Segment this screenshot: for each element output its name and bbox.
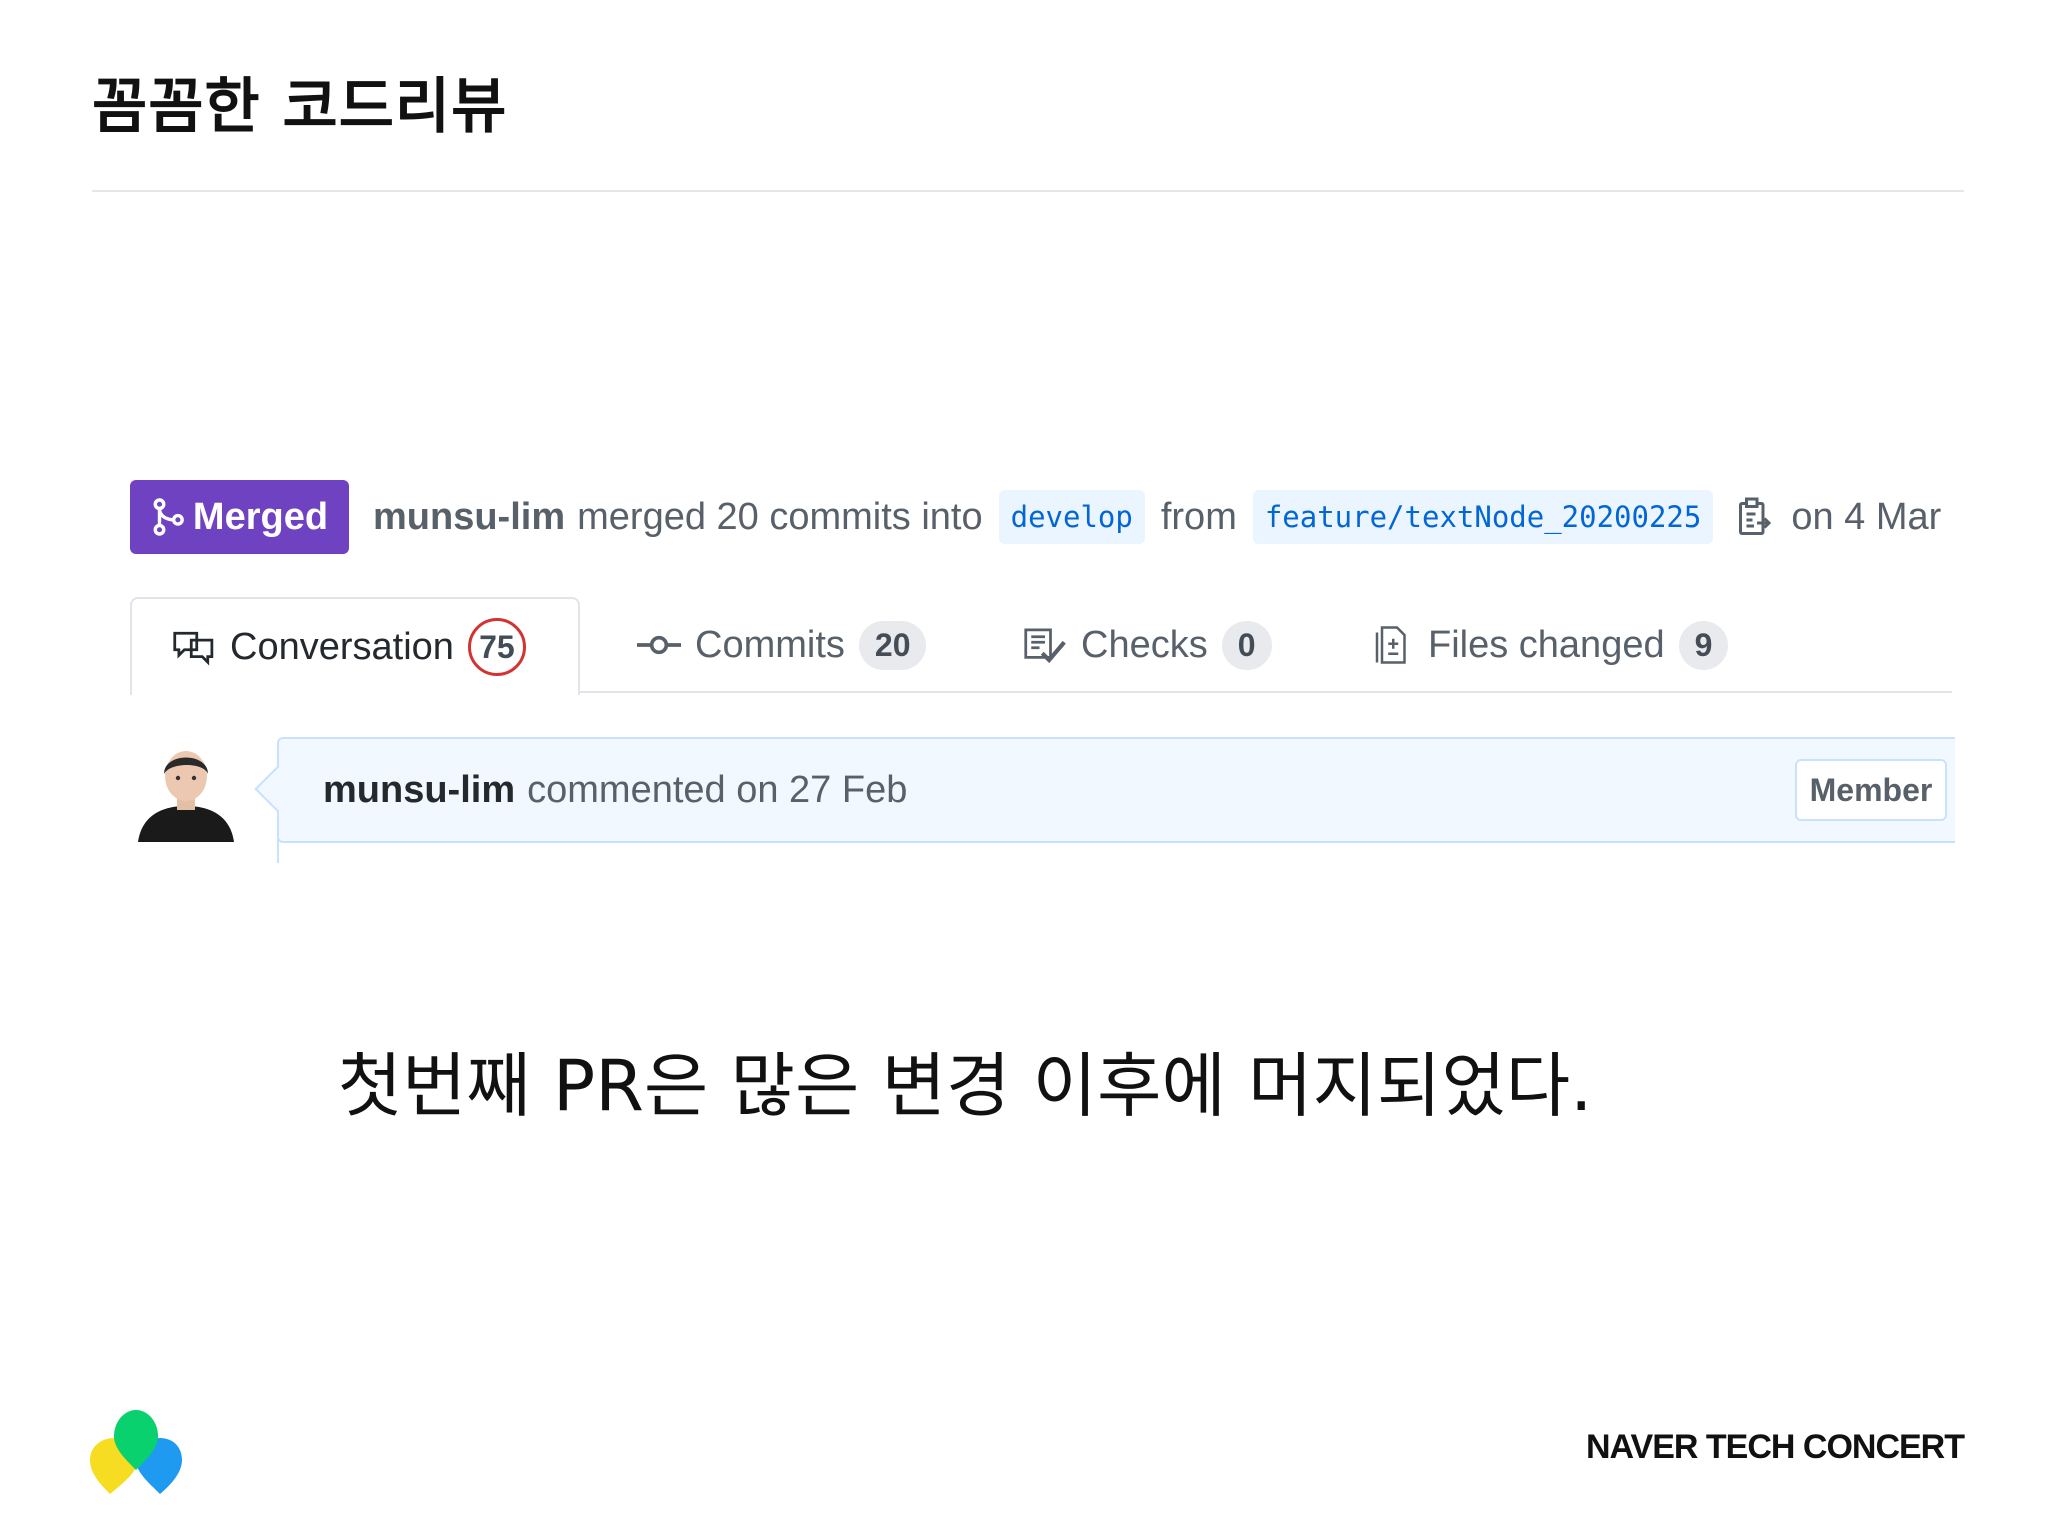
pr-from-text: from — [1160, 495, 1237, 538]
head-branch-label[interactable]: feature/textNode_20200225 — [1252, 490, 1714, 544]
pr-merge-date: on 4 Mar — [1791, 495, 1942, 538]
comment-header: munsu-lim commented on 27 Feb Member — [277, 737, 1955, 843]
comment-header-text: munsu-lim commented on 27 Feb — [323, 739, 907, 841]
tab-commits[interactable]: Commits 20 — [637, 597, 927, 693]
tab-files-changed[interactable]: Files changed 9 — [1370, 597, 1729, 693]
tab-checks[interactable]: Checks 0 — [1023, 597, 1272, 693]
git-merge-icon — [153, 498, 184, 536]
pr-author-link[interactable]: munsu-lim — [373, 496, 565, 539]
member-role-badge: Member — [1795, 759, 1947, 821]
comment-body-edge — [277, 839, 279, 863]
tab-checks-label: Checks — [1081, 623, 1208, 666]
title-divider — [92, 190, 1964, 192]
tab-files-changed-count: 9 — [1678, 620, 1729, 670]
checklist-icon — [1024, 628, 1066, 664]
file-diff-icon — [1375, 626, 1406, 664]
pr-tab-nav: Conversation 75 Commits 20 Checks 0 File… — [130, 597, 1952, 695]
avatar[interactable] — [134, 744, 238, 842]
pr-merged-text: merged 20 commits into — [577, 495, 983, 538]
merged-status-badge: Merged — [130, 480, 349, 554]
git-commit-icon — [637, 635, 681, 655]
tab-commits-label: Commits — [695, 623, 845, 666]
slide-title: 꼼꼼한 코드리뷰 — [92, 72, 508, 142]
naver-tech-concert-logo — [90, 1410, 182, 1494]
clipboard-copy-icon[interactable] — [1735, 496, 1773, 538]
slide-caption: 첫번째 PR은 많은 변경 이후에 머지되었다. — [337, 1045, 1593, 1127]
tab-conversation-label: Conversation — [230, 625, 454, 668]
comment-meta[interactable]: commented on 27 Feb — [527, 769, 907, 812]
tab-commits-count: 20 — [858, 620, 927, 670]
tab-conversation[interactable]: Conversation 75 — [130, 597, 580, 695]
footer-brand: NAVER TECH CONCERT — [1585, 1428, 1965, 1466]
comment-author-link[interactable]: munsu-lim — [323, 769, 515, 812]
pr-meta: munsu-lim merged 20 commits into develop… — [373, 480, 1941, 554]
base-branch-label[interactable]: develop — [998, 490, 1145, 544]
pr-header: Merged munsu-lim merged 20 commits into … — [130, 480, 1941, 554]
tab-checks-count: 0 — [1221, 620, 1272, 670]
merged-status-label: Merged — [192, 495, 329, 538]
comment-discussion-icon — [173, 631, 214, 666]
tab-files-changed-label: Files changed — [1428, 623, 1665, 666]
tab-conversation-count: 75 — [467, 618, 526, 676]
